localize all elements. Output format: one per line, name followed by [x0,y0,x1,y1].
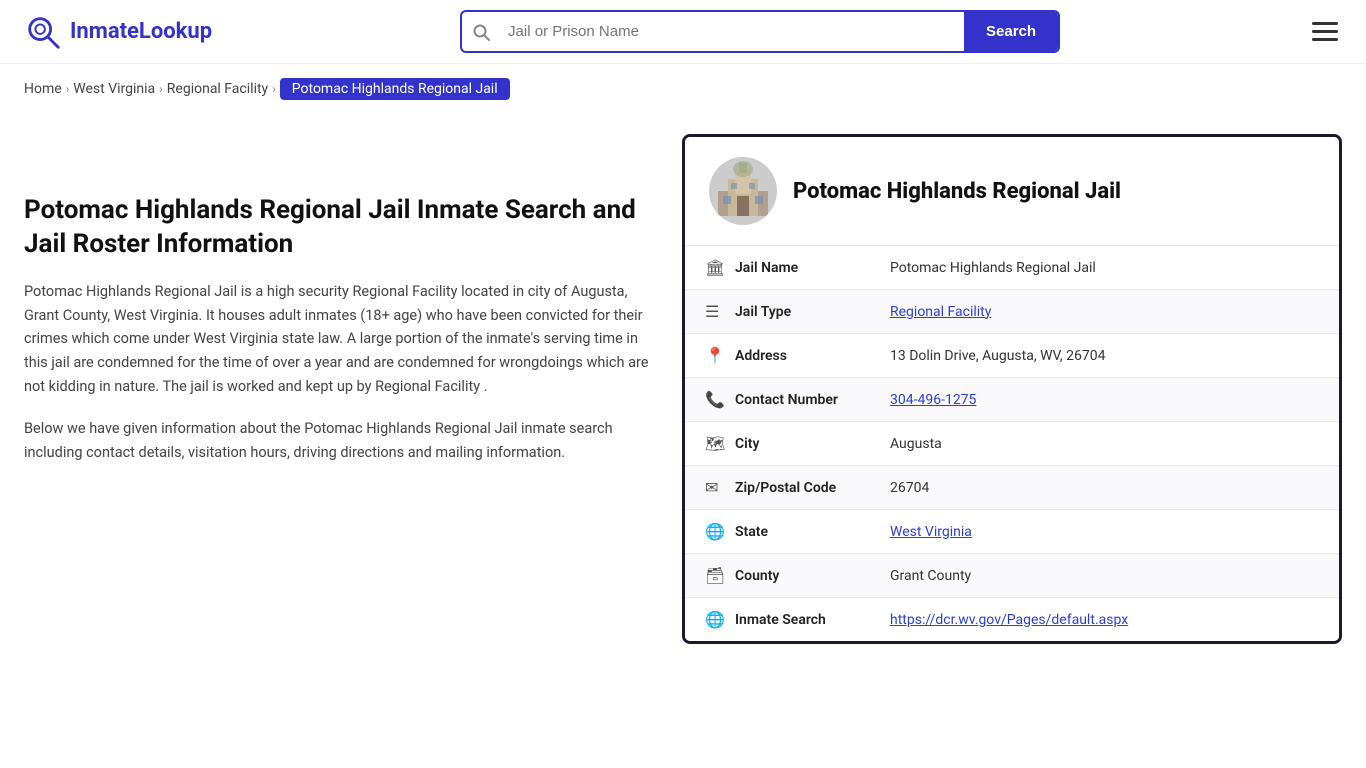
header: InmateLookup Search [0,0,1366,64]
facility-card: Potomac Highlands Regional Jail 🏛 Jail N… [682,134,1342,644]
logo-text: InmateLookup [70,19,212,44]
hamburger-line-1 [1312,22,1338,25]
breadcrumb-sep-3: › [272,82,276,96]
row-state: 🌐 State West Virginia [685,510,1339,554]
search-input[interactable] [500,13,964,50]
logo-icon [24,13,62,51]
row-city: 🗺 City Augusta [685,422,1339,466]
label-city: City [735,436,890,452]
main-content: Potomac Highlands Regional Jail Inmate S… [0,114,1366,664]
search-wrapper: Search [460,10,1060,53]
label-county: County [735,568,890,584]
facility-image [709,157,777,225]
breadcrumb-sep-2: › [159,82,163,96]
phone-link[interactable]: 304-496-1275 [890,392,976,408]
value-jail-name: Potomac Highlands Regional Jail [890,260,1319,276]
row-contact: 📞 Contact Number 304-496-1275 [685,378,1339,422]
breadcrumb-state[interactable]: West Virginia [73,81,155,97]
breadcrumb-sep-1: › [66,82,70,96]
search-icon [472,23,490,41]
value-state: West Virginia [890,524,1319,540]
address-icon: 📍 [705,346,735,365]
label-jail-type: Jail Type [735,304,890,320]
hamburger-menu[interactable] [1308,18,1342,45]
globe-icon: 🌐 [705,610,735,629]
phone-icon: 📞 [705,390,735,409]
value-inmate-search: https://dcr.wv.gov/Pages/default.aspx [890,612,1319,628]
info-table: 🏛 Jail Name Potomac Highlands Regional J… [685,246,1339,641]
breadcrumb: Home › West Virginia › Regional Facility… [0,64,1366,114]
label-jail-name: Jail Name [735,260,890,276]
value-jail-type: Regional Facility [890,304,1319,320]
state-link[interactable]: West Virginia [890,524,972,540]
row-jail-type: ☰ Jail Type Regional Facility [685,290,1339,334]
zip-icon: ✉ [705,478,735,497]
page-title: Potomac Highlands Regional Jail Inmate S… [24,194,650,262]
state-icon: 🌐 [705,522,735,541]
type-icon: ☰ [705,302,735,321]
search-area: Search [460,10,1060,53]
label-state: State [735,524,890,540]
county-icon: 🗃 [705,566,735,585]
value-county: Grant County [890,568,1319,584]
logo-link[interactable]: InmateLookup [24,13,212,51]
row-jail-name: 🏛 Jail Name Potomac Highlands Regional J… [685,246,1339,290]
left-panel: Potomac Highlands Regional Jail Inmate S… [24,134,650,483]
inmate-search-link[interactable]: https://dcr.wv.gov/Pages/default.aspx [890,612,1128,628]
breadcrumb-current: Potomac Highlands Regional Jail [280,78,510,100]
label-address: Address [735,348,890,364]
card-title: Potomac Highlands Regional Jail [793,179,1121,204]
breadcrumb-facility-type[interactable]: Regional Facility [167,81,268,97]
hamburger-line-2 [1312,30,1338,33]
page-desc-1: Potomac Highlands Regional Jail is a hig… [24,280,650,400]
label-inmate-search: Inmate Search [735,612,890,628]
row-address: 📍 Address 13 Dolin Drive, Augusta, WV, 2… [685,334,1339,378]
label-contact: Contact Number [735,392,890,408]
breadcrumb-home[interactable]: Home [24,81,62,97]
jail-icon: 🏛 [705,258,735,277]
value-contact: 304-496-1275 [890,392,1319,408]
row-zip: ✉ Zip/Postal Code 26704 [685,466,1339,510]
city-icon: 🗺 [705,434,735,453]
value-city: Augusta [890,436,1319,452]
jail-type-link[interactable]: Regional Facility [890,304,991,320]
facility-building-icon [713,161,773,221]
label-zip: Zip/Postal Code [735,480,890,496]
search-icon-wrap [462,23,500,41]
row-inmate-search: 🌐 Inmate Search https://dcr.wv.gov/Pages… [685,598,1339,641]
hamburger-line-3 [1312,38,1338,41]
page-desc-2: Below we have given information about th… [24,417,650,465]
value-address: 13 Dolin Drive, Augusta, WV, 26704 [890,348,1319,364]
value-zip: 26704 [890,480,1319,496]
card-header: Potomac Highlands Regional Jail [685,137,1339,246]
row-county: 🗃 County Grant County [685,554,1339,598]
search-button[interactable]: Search [964,12,1058,51]
